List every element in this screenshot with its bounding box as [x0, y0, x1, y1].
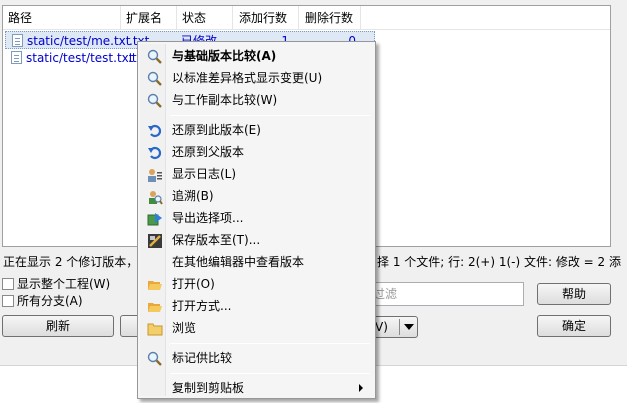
- menu-separator: [170, 343, 370, 344]
- menu-item-browse[interactable]: 浏览: [140, 317, 373, 339]
- dropdown-arrow-icon[interactable]: [404, 324, 414, 330]
- refresh-button[interactable]: 刷新: [2, 315, 114, 337]
- menu-item-copy-to-clipboard[interactable]: 复制到剪贴板: [140, 377, 373, 399]
- menu-separator: [170, 115, 370, 116]
- compare-icon: [147, 93, 162, 108]
- selection-status-text: 择 1 个文件; 行: 2(+) 1(-) 文件: 修改 = 2 添: [377, 255, 621, 269]
- menu-item-unified-diff[interactable]: 以标准差异格式显示变更(U): [140, 67, 373, 89]
- text-file-icon: [11, 51, 22, 64]
- export-icon: [147, 213, 162, 226]
- revert-icon: [148, 124, 162, 138]
- all-branches-label: 所有分支(A): [17, 294, 83, 308]
- menu-item-revert-parent[interactable]: 还原到父版本: [140, 141, 373, 163]
- all-branches-option[interactable]: 所有分支(A): [2, 293, 83, 309]
- revert-icon: [148, 146, 162, 160]
- open-folder-icon: [148, 281, 162, 290]
- menu-item-mark-for-comparison[interactable]: 标记供比较: [140, 347, 373, 369]
- compare-icon: [147, 49, 162, 64]
- menu-item-compare-working-copy[interactable]: 与工作副本比较(W): [140, 89, 373, 111]
- menu-item-open[interactable]: 打开(O): [140, 273, 373, 295]
- menu-item-view-in-other-editor[interactable]: 在其他编辑器中查看版本: [140, 251, 373, 273]
- filter-input[interactable]: 过滤: [368, 282, 524, 306]
- menu-item-show-log[interactable]: 显示日志(L): [140, 163, 373, 185]
- context-menu: 与基础版本比较(A) 以标准差异格式显示变更(U) 与工作副本比较(W) 还原到…: [137, 41, 376, 399]
- menu-item-open-with[interactable]: 打开方式...: [140, 295, 373, 317]
- folder-icon: [147, 323, 163, 336]
- compare-icon: [147, 71, 162, 86]
- menu-item-save-revision-to[interactable]: 保存版本至(T)...: [140, 229, 373, 251]
- file-path: static/test/test.txt: [26, 51, 134, 65]
- menu-item-compare-base[interactable]: 与基础版本比较(A): [140, 45, 373, 67]
- column-header-path[interactable]: 路径: [3, 6, 121, 30]
- file-path: static/test/me.txt: [27, 34, 131, 48]
- menu-item-revert-this-revision[interactable]: 还原到此版本(E): [140, 119, 373, 141]
- column-header-extension[interactable]: 扩展名: [121, 6, 177, 30]
- save-icon: [148, 234, 162, 248]
- submenu-arrow-icon: [359, 384, 363, 392]
- ok-button[interactable]: 确定: [537, 315, 611, 337]
- show-whole-project-label: 显示整个工程(W): [17, 277, 111, 291]
- revisions-status-text: 正在显示 2 个修订版本，: [3, 255, 139, 269]
- log-icon: [148, 169, 162, 182]
- menu-separator: [170, 373, 370, 374]
- view-split-button-label: V): [375, 320, 388, 334]
- text-file-icon: [12, 34, 23, 47]
- menu-item-export-selection[interactable]: 导出选择项...: [140, 207, 373, 229]
- open-folder-icon: [148, 303, 162, 312]
- show-whole-project-checkbox[interactable]: [2, 278, 14, 290]
- show-whole-project-option[interactable]: 显示整个工程(W): [2, 276, 110, 292]
- column-header-status[interactable]: 状态: [177, 6, 233, 30]
- column-header-deleted-lines[interactable]: 删除行数: [299, 6, 361, 30]
- split-divider: [399, 319, 400, 335]
- help-button[interactable]: 帮助: [537, 283, 611, 305]
- blame-icon: [149, 191, 163, 205]
- list-header: 路径 扩展名 状态 添加行数 删除行数: [3, 6, 610, 30]
- column-header-added-lines[interactable]: 添加行数: [233, 6, 299, 30]
- menu-item-blame[interactable]: 追溯(B): [140, 185, 373, 207]
- all-branches-checkbox[interactable]: [2, 295, 14, 307]
- compare-icon: [147, 351, 162, 366]
